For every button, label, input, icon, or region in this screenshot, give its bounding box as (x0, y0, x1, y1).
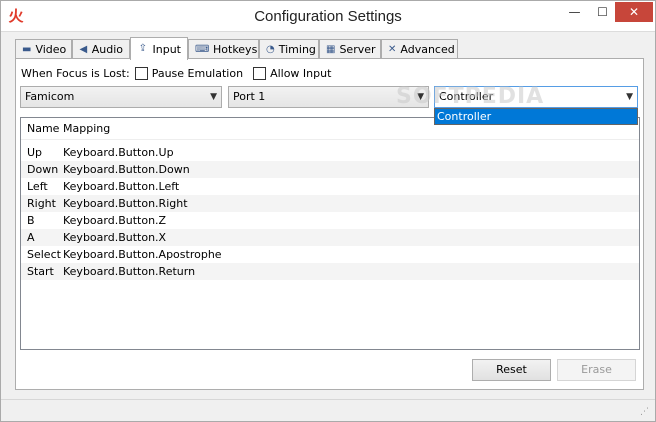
focus-lost-label: When Focus is Lost: (21, 66, 130, 80)
device-select[interactable]: Controller ▼ (434, 86, 638, 108)
tab-input[interactable]: ⇪ Input (130, 37, 188, 60)
tab-server[interactable]: ▦ Server (319, 39, 381, 59)
tab-label: Server (339, 43, 376, 56)
pause-emulation-option[interactable]: Pause Emulation (134, 66, 243, 80)
status-bar: ⋰ (1, 399, 655, 421)
chevron-down-icon: ▼ (626, 92, 633, 102)
row-mapping: Keyboard.Button.Down (63, 163, 190, 176)
pause-emulation-label[interactable]: Pause Emulation (152, 67, 243, 80)
minimize-button[interactable]: — (561, 2, 588, 22)
table-row[interactable]: Down Keyboard.Button.Down (21, 161, 639, 178)
allow-input-checkbox[interactable] (253, 66, 267, 80)
tab-timing[interactable]: ◔ Timing (259, 39, 319, 59)
table-row[interactable]: Left Keyboard.Button.Left (21, 178, 639, 195)
row-name: B (27, 214, 35, 227)
dropdown-option-controller[interactable]: Controller (435, 109, 637, 124)
row-mapping: Keyboard.Button.X (63, 231, 167, 244)
row-name: A (27, 231, 35, 244)
table-row[interactable]: A Keyboard.Button.X (21, 229, 639, 246)
close-button[interactable]: ✕ (615, 2, 653, 22)
speaker-icon: ◀ (79, 43, 88, 55)
tab-audio[interactable]: ◀ Audio (72, 39, 130, 59)
tab-hotkeys[interactable]: ⌨ Hotkeys (188, 39, 259, 59)
tab-label: Input (152, 42, 181, 56)
tab-label: Hotkeys (213, 43, 258, 56)
title-bar[interactable]: 火 Configuration Settings — ☐ ✕ (1, 1, 655, 32)
column-header-name[interactable]: Name (21, 122, 63, 135)
table-row[interactable]: Up Keyboard.Button.Up (21, 144, 639, 161)
system-select-value: Famicom (25, 90, 75, 103)
row-name: Left (27, 180, 48, 193)
window-title: Configuration Settings (254, 8, 402, 25)
chevron-down-icon: ▼ (417, 92, 424, 102)
row-name: Select (27, 248, 61, 261)
row-name: Down (27, 163, 59, 176)
tab-label: Video (35, 43, 67, 56)
row-name: Start (27, 265, 54, 278)
resize-grip-icon[interactable]: ⋰ (640, 407, 649, 417)
row-mapping: Keyboard.Button.Left (63, 180, 180, 193)
input-panel: When Focus is Lost: Pause Emulation Allo… (15, 58, 644, 390)
pause-emulation-checkbox[interactable] (134, 66, 148, 80)
port-select-value: Port 1 (233, 90, 266, 103)
table-row[interactable]: Select Keyboard.Button.Apostrophe (21, 246, 639, 263)
tab-advanced[interactable]: ✕ Advanced (381, 39, 458, 59)
port-select[interactable]: Port 1 ▼ (228, 86, 429, 108)
allow-input-option[interactable]: Allow Input (253, 66, 331, 80)
table-row[interactable]: Right Keyboard.Button.Right (21, 195, 639, 212)
tab-label: Advanced (400, 43, 455, 56)
configuration-window: 火 Configuration Settings — ☐ ✕ ▬ Video ◀… (0, 0, 656, 422)
table-row[interactable]: B Keyboard.Button.Z (21, 212, 639, 229)
row-mapping: Keyboard.Button.Right (63, 197, 188, 210)
tab-label: Timing (278, 43, 316, 56)
row-mapping: Keyboard.Button.Apostrophe (63, 248, 222, 261)
chevron-down-icon: ▼ (210, 92, 217, 102)
tab-video[interactable]: ▬ Video (15, 39, 72, 59)
table-rows: Up Keyboard.Button.Up Down Keyboard.Butt… (21, 140, 639, 280)
clock-icon: ◔ (266, 43, 275, 55)
tools-icon: ✕ (388, 43, 397, 55)
device-dropdown-list: Controller (434, 108, 638, 125)
keyboard-icon: ⌨ (195, 43, 210, 55)
row-mapping: Keyboard.Button.Z (63, 214, 167, 227)
reset-button[interactable]: Reset (472, 359, 551, 381)
focus-options: When Focus is Lost: Pause Emulation Allo… (21, 65, 341, 81)
monitor-icon: ▬ (22, 43, 32, 55)
input-icon: ⇪ (138, 43, 147, 54)
tab-label: Audio (91, 43, 123, 56)
server-icon: ▦ (326, 43, 336, 55)
device-select-value: Controller (439, 90, 494, 103)
table-row[interactable]: Start Keyboard.Button.Return (21, 263, 639, 280)
mapping-table[interactable]: Name Mapping Up Keyboard.Button.Up Down … (20, 117, 640, 350)
erase-button[interactable]: Erase (557, 359, 636, 381)
allow-input-label[interactable]: Allow Input (270, 67, 331, 80)
row-mapping: Keyboard.Button.Return (63, 265, 196, 278)
system-select[interactable]: Famicom ▼ (20, 86, 222, 108)
column-header-mapping[interactable]: Mapping (63, 122, 110, 135)
maximize-button[interactable]: ☐ (589, 2, 616, 22)
row-name: Right (27, 197, 56, 210)
row-name: Up (27, 146, 43, 159)
row-mapping: Keyboard.Button.Up (63, 146, 174, 159)
